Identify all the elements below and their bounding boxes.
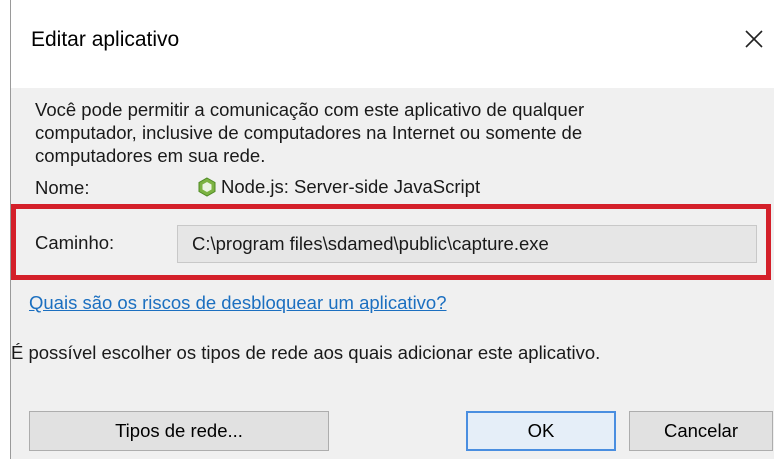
network-info-text: É possível escolher os tipos de rede aos… (11, 342, 601, 363)
network-types-button[interactable]: Tipos de rede... (29, 411, 329, 451)
ok-button[interactable]: OK (466, 411, 616, 451)
app-name-text: Node.js: Server-side JavaScript (221, 176, 481, 197)
title-bar: Editar aplicativo (11, 0, 774, 88)
description-line: Você pode permitir a comunicação com est… (35, 99, 585, 120)
app-name: Node.js: Server-side JavaScript (197, 176, 480, 198)
dialog-title: Editar aplicativo (31, 28, 180, 51)
cancel-button[interactable]: Cancelar (629, 411, 773, 451)
description-line: computador, inclusive de computadores na… (35, 122, 583, 143)
edit-app-dialog: Editar aplicativo Você pode permitir a c… (10, 0, 774, 459)
description-line: computadores em sua rede. (35, 145, 266, 166)
description-text: Você pode permitir a comunicação com est… (35, 98, 735, 167)
name-label: Nome: (35, 177, 90, 198)
risk-help-link[interactable]: Quais são os riscos de desbloquear um ap… (29, 292, 447, 314)
close-icon[interactable] (739, 24, 769, 54)
path-label: Caminho: (35, 232, 115, 253)
path-field[interactable]: C:\program files\sdamed\public\capture.e… (177, 225, 757, 263)
nodejs-icon (197, 177, 217, 197)
